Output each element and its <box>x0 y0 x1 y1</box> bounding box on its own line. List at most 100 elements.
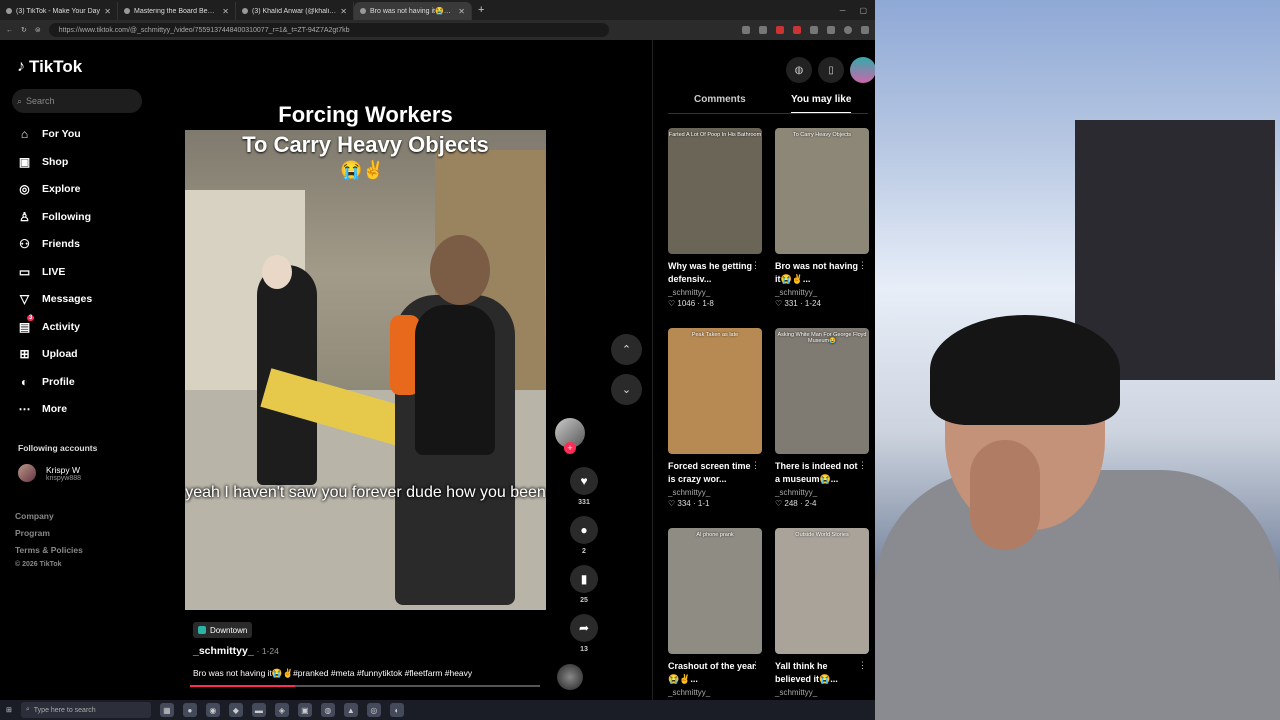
extension-icon[interactable] <box>759 26 767 34</box>
sidebar-item-activity[interactable]: ▤ 3 Activity <box>17 315 80 334</box>
recommended-video-card[interactable]: Farted A Lot Of Poop In His Bathroom Why… <box>668 128 762 308</box>
sidebar-item-for-you[interactable]: ⌂ For You <box>17 127 81 141</box>
next-video-button[interactable]: ⌄ <box>611 374 642 405</box>
taskbar-app-icon[interactable]: ▣ <box>297 703 312 717</box>
save-action[interactable]: ▮ 25 <box>570 565 598 604</box>
more-options-icon[interactable]: ⋮ <box>751 460 760 471</box>
sidebar-item-following[interactable]: ♙ Following <box>17 210 91 224</box>
user-avatar-icon[interactable] <box>850 57 876 83</box>
close-tab-icon[interactable]: ✕ <box>222 7 229 16</box>
close-tab-icon[interactable]: ✕ <box>458 7 465 16</box>
like-action[interactable]: ♥ 331 <box>570 467 598 506</box>
browser-tab[interactable]: (3) TikTok - Make Your Day ✕ <box>0 2 118 20</box>
recommended-video-card[interactable]: Peak Taken as late Forced screen time is… <box>668 328 762 508</box>
recommended-video-card[interactable]: Asking White Man For George Floyd Museum… <box>775 328 869 508</box>
location-tag[interactable]: Downtown <box>193 622 253 638</box>
card-stats: ♡ 331 · 1-24 <box>775 299 821 308</box>
more-options-icon[interactable]: ⋮ <box>858 260 867 271</box>
recommended-video-card[interactable]: To Carry Heavy Objects Bro was not havin… <box>775 128 869 308</box>
reload-icon[interactable]: ↻ <box>21 26 27 34</box>
taskbar-app-icon[interactable]: ◍ <box>320 703 335 717</box>
share-arrow-icon[interactable]: ➦ <box>570 614 598 642</box>
following-account[interactable]: Krispy W krispyw888 <box>18 464 81 482</box>
coin-icon[interactable]: ◍ <box>786 57 812 83</box>
video-description: Bro was not having it😭✌️#pranked #meta #… <box>193 668 473 678</box>
video-thumbnail[interactable]: Outside World Stories <box>775 528 869 654</box>
sidebar-item-live[interactable]: ▭ LIVE <box>17 265 66 279</box>
browser-tab[interactable]: Mastering the Board Bender Tool✕ <box>118 2 236 20</box>
more-options-icon[interactable]: ⋮ <box>751 660 760 671</box>
screen: (3) TikTok - Make Your Day ✕ Mastering th… <box>0 0 1280 720</box>
url-field[interactable]: https://www.tiktok.com/@_schmittyy_/vide… <box>48 23 609 37</box>
bookmark-icon[interactable]: ▮ <box>570 565 598 593</box>
taskbar-app-icon[interactable]: ◆ <box>228 703 243 717</box>
extension-icon[interactable] <box>827 26 835 34</box>
taskbar-app-icon[interactable]: ▲ <box>343 703 358 717</box>
extension-icon[interactable] <box>742 26 750 34</box>
chrome-icon[interactable]: ◉ <box>205 703 220 717</box>
video-author[interactable]: _schmittyy_ · 1-24 <box>193 645 279 657</box>
taskbar-app-icon[interactable]: ◈ <box>274 703 289 717</box>
close-tab-icon[interactable]: ✕ <box>104 7 111 16</box>
sidebar-item-explore[interactable]: ◎ Explore <box>17 182 80 196</box>
footer-link-terms[interactable]: Terms & Policies <box>15 545 83 555</box>
menu-dots-icon[interactable] <box>861 26 869 34</box>
folder-icon[interactable]: ▬ <box>251 703 266 717</box>
previous-video-button[interactable]: ⌃ <box>611 334 642 365</box>
taskbar-search-input[interactable]: ⌕ Type here to search <box>20 702 151 718</box>
follow-plus-icon[interactable]: + <box>564 442 576 454</box>
close-tab-icon[interactable]: ✕ <box>340 7 347 16</box>
task-view-icon[interactable]: ▦ <box>159 703 174 717</box>
browser-tab-active[interactable]: Bro was not having it😭✌️#p ✕ <box>354 2 472 20</box>
sidebar-item-more[interactable]: ⋯ More <box>17 402 68 416</box>
minimize-icon[interactable]: ─ <box>840 6 846 15</box>
share-action[interactable]: ➦ 13 <box>570 614 598 653</box>
heart-outline-icon: ♡ <box>775 299 783 308</box>
video-thumbnail[interactable]: Farted A Lot Of Poop In His Bathroom <box>668 128 762 254</box>
recommended-video-card[interactable]: AI phone prank Crashout of the year😭✌️..… <box>668 528 762 697</box>
browser-tab[interactable]: (3) Khalid Anwar (@khalidanwar_)✕ <box>236 2 354 20</box>
webcam-person-hand <box>970 440 1040 550</box>
home-icon: ⌂ <box>20 127 29 141</box>
sidebar-item-friends[interactable]: ⚇ Friends <box>17 237 80 251</box>
recommended-video-card[interactable]: Outside World Stories Yall think he beli… <box>775 528 869 697</box>
sidebar-item-upload[interactable]: ⊞ Upload <box>17 347 77 361</box>
search-input[interactable]: ⌕ Search <box>12 89 142 113</box>
footer-link-program[interactable]: Program <box>15 528 50 538</box>
tab-comments[interactable]: Comments <box>694 94 746 105</box>
shop-bag-icon: ▣ <box>18 155 31 169</box>
tab-you-may-like[interactable]: You may like <box>791 94 852 114</box>
music-disc-icon[interactable] <box>557 664 583 690</box>
video-thumbnail[interactable]: Asking White Man For George Floyd Museum… <box>775 328 869 454</box>
comment-action[interactable]: ● 2 <box>570 516 598 555</box>
windows-start-icon[interactable]: ⊞ <box>6 706 12 714</box>
video-thumbnail[interactable]: AI phone prank <box>668 528 762 654</box>
comment-bubble-icon[interactable]: ● <box>570 516 598 544</box>
tab-underline <box>668 113 868 114</box>
video-thumbnail[interactable]: To Carry Heavy Objects <box>775 128 869 254</box>
footer-link-company[interactable]: Company <box>15 511 54 521</box>
site-info-icon[interactable]: ⊜ <box>35 26 41 34</box>
sidebar-item-profile[interactable]: ◐ Profile <box>17 375 75 389</box>
heart-icon[interactable]: ♥ <box>570 467 598 495</box>
device-icon[interactable]: ▯ <box>818 57 844 83</box>
video-progress-bar[interactable] <box>190 685 540 687</box>
back-icon[interactable]: ← <box>6 27 13 34</box>
card-stats: ♡ 248 · 2-4 <box>775 499 817 508</box>
profile-avatar-icon[interactable] <box>844 26 852 34</box>
sidebar-item-shop[interactable]: ▣ Shop <box>17 155 68 169</box>
steam-icon[interactable]: ◐ <box>389 703 404 717</box>
new-tab-button[interactable]: + <box>478 4 484 16</box>
maximize-icon[interactable]: ▢ <box>859 6 867 15</box>
extension-icon[interactable] <box>776 26 784 34</box>
more-options-icon[interactable]: ⋮ <box>858 660 867 671</box>
more-options-icon[interactable]: ⋮ <box>751 260 760 271</box>
video-thumbnail[interactable]: Peak Taken as late <box>668 328 762 454</box>
more-options-icon[interactable]: ⋮ <box>858 460 867 471</box>
tiktok-logo[interactable]: ♪ TikTok <box>17 57 82 77</box>
taskbar-app-icon[interactable]: ● <box>182 703 197 717</box>
sidebar-item-messages[interactable]: ▽ Messages <box>17 292 92 306</box>
taskbar-app-icon[interactable]: ◎ <box>366 703 381 717</box>
extension-icon[interactable] <box>810 26 818 34</box>
extension-icon[interactable] <box>793 26 801 34</box>
